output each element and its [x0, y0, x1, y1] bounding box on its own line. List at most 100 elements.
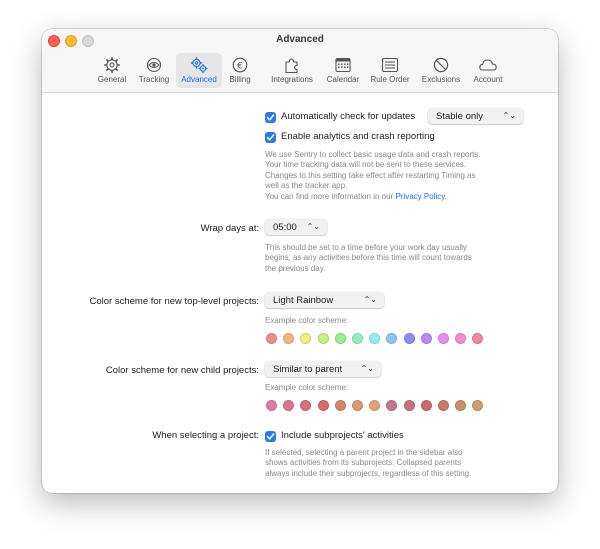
top-level-scheme-label: Color scheme for new top-level projects:: [89, 296, 260, 307]
color-swatch: [403, 400, 415, 411]
description-line: This should be set to a time before your…: [265, 243, 467, 252]
color-swatch: [317, 400, 329, 411]
gear-icon: [103, 56, 121, 74]
prohibited-icon: [433, 57, 449, 73]
tab-label: Billing: [229, 75, 251, 84]
color-swatch: [438, 333, 449, 344]
analytics-checkbox[interactable]: [265, 132, 276, 143]
color-swatch: [472, 333, 484, 344]
tab-advanced[interactable]: Advanced: [176, 53, 222, 88]
tab-tracking[interactable]: Tracking: [133, 53, 175, 88]
tab-label: Advanced: [181, 75, 217, 84]
color-swatch: [455, 400, 467, 411]
color-swatch: [386, 400, 398, 411]
color-swatch: [352, 400, 363, 411]
tab-label: Integrations: [271, 75, 313, 84]
color-swatch: [334, 333, 346, 344]
include-subprojects-checkbox[interactable]: [265, 431, 276, 442]
more-info-line: You can find more information in our Pri…: [265, 192, 545, 202]
update-channel-select[interactable]: Stable only ⌃⌄: [428, 108, 523, 124]
eye-icon: [146, 57, 162, 73]
gears-icon: [190, 57, 208, 74]
description-line: Your time tracking data will not be sent…: [265, 160, 467, 170]
tab-integrations[interactable]: Integrations: [266, 53, 318, 88]
description-line: If selected, selecting a parent project …: [265, 448, 463, 457]
top-level-example-label: Example color scheme:: [265, 316, 349, 325]
wrap-days-value: 05:00: [273, 222, 297, 233]
color-swatch: [472, 400, 484, 411]
color-swatch: [266, 400, 277, 411]
color-swatch: [283, 400, 295, 411]
more-info-text: You can find more information in our: [265, 191, 396, 201]
analytics-label: Enable analytics and crash reporting: [281, 131, 435, 142]
tab-label: Exclusions: [421, 75, 461, 84]
child-scheme-select[interactable]: Similar to parent ⌃⌄: [265, 361, 381, 377]
preferences-window: Advanced General Tracking Advanced € Bil…: [42, 29, 558, 493]
description-line: the previous day.: [265, 263, 326, 273]
description-line: Changes to this setting take effect afte…: [265, 170, 476, 180]
description-line: well as the tracker app.: [265, 181, 348, 191]
puzzle-icon: [285, 58, 298, 74]
color-swatch: [369, 333, 381, 344]
color-swatch: [455, 333, 467, 344]
tab-billing[interactable]: € Billing: [224, 53, 256, 88]
toolbar: Advanced General Tracking Advanced € Bil…: [42, 29, 558, 93]
tab-calendar[interactable]: Calendar: [322, 53, 364, 88]
color-swatch: [386, 333, 398, 344]
color-swatch: [369, 400, 381, 411]
child-scheme-value: Similar to parent: [273, 364, 343, 375]
color-swatch: [420, 333, 432, 344]
color-swatch: [420, 400, 432, 411]
tab-label: Account: [473, 75, 503, 84]
description-line: begins, as any activities before this ti…: [265, 253, 472, 263]
wrap-days-time-field[interactable]: 05:00 ⌃⌄: [265, 219, 327, 235]
updown-chevron-icon: ⌃⌄: [360, 364, 374, 373]
auto-update-label: Automatically check for updates: [281, 111, 416, 122]
color-swatch: [283, 333, 295, 344]
top-level-scheme-value: Light Rainbow: [273, 295, 334, 306]
color-swatch: [300, 333, 312, 344]
auto-update-checkbox[interactable]: [265, 112, 276, 123]
color-swatch: [317, 333, 329, 344]
color-swatch: [352, 333, 363, 344]
calendar-icon: [335, 57, 351, 73]
tab-label: General: [97, 75, 127, 84]
cloud-icon: [479, 59, 497, 71]
more-info-suffix: .: [444, 191, 447, 201]
color-swatch: [300, 400, 312, 411]
analytics-description: We use Sentry to collect basic usage dat…: [265, 150, 545, 202]
wrap-days-label: Wrap days at:: [200, 223, 259, 234]
description-line: shows activities from its subprojects. C…: [265, 458, 462, 468]
advanced-settings-pane: Automatically check for updates Stable o…: [42, 93, 558, 493]
tab-account[interactable]: Account: [469, 53, 507, 88]
tab-rule-order[interactable]: Rule Order: [368, 53, 412, 88]
tab-label: Calendar: [326, 75, 360, 84]
updown-chevron-icon: ⌃⌄: [502, 111, 516, 120]
color-swatch: [334, 400, 346, 411]
update-channel-value: Stable only: [436, 111, 484, 122]
top-level-scheme-select[interactable]: Light Rainbow ⌃⌄: [265, 292, 384, 308]
tab-exclusions[interactable]: Exclusions: [417, 53, 465, 88]
stepper-icon[interactable]: ⌃⌄: [307, 222, 320, 231]
description-line: always include their subprojects, regard…: [265, 468, 472, 478]
select-project-description: If selected, selecting a parent project …: [265, 448, 545, 479]
child-example-label: Example color scheme:: [265, 383, 349, 392]
wrap-days-description: This should be set to a time before your…: [265, 243, 545, 274]
tab-label: Rule Order: [370, 75, 410, 84]
privacy-policy-link[interactable]: Privacy Policy: [395, 192, 444, 201]
color-swatch: [403, 333, 415, 344]
tab-label: Tracking: [138, 75, 170, 84]
description-line: We use Sentry to collect basic usage dat…: [265, 150, 481, 159]
euro-icon: €: [232, 57, 248, 73]
svg-text:€: €: [237, 61, 243, 71]
select-project-label: When selecting a project:: [152, 430, 259, 441]
include-subprojects-label: Include subprojects' activities: [281, 430, 404, 441]
updown-chevron-icon: ⌃⌄: [363, 295, 377, 304]
list-icon: [381, 57, 399, 73]
checkmark-icon: [266, 114, 275, 121]
tab-general[interactable]: General: [92, 53, 132, 88]
child-scheme-label: Color scheme for new child projects:: [105, 365, 259, 376]
color-swatch: [266, 333, 277, 344]
checkmark-icon: [266, 134, 275, 141]
checkmark-icon: [266, 433, 275, 440]
